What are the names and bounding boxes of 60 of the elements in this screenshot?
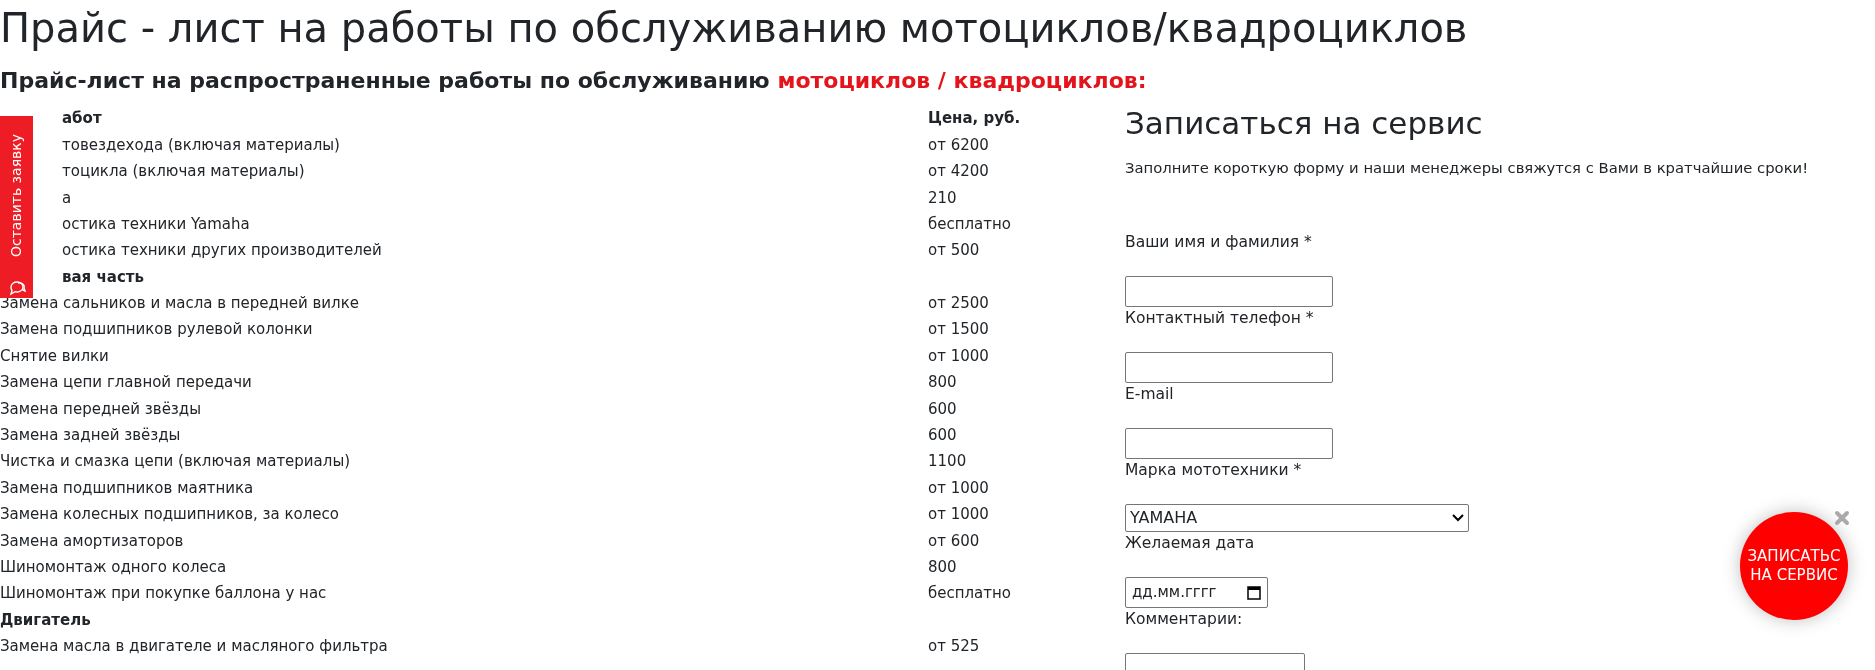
page-title: Прайс - лист на работы по обслуживанию мотоциклов/квадроциклов bbox=[0, 4, 1469, 52]
field-label: Марка мототехники * bbox=[1125, 459, 1302, 481]
field-label: Желаемая дата bbox=[1125, 532, 1255, 554]
service-price: 1100 bbox=[928, 452, 967, 471]
service-price: от 600 bbox=[928, 531, 980, 550]
input-field[interactable] bbox=[1125, 351, 1333, 383]
date-field[interactable]: дд.мм.гггг bbox=[1125, 576, 1268, 608]
service-price: 600 bbox=[928, 399, 957, 418]
service-price: 800 bbox=[928, 557, 957, 576]
field-label: Комментарии: bbox=[1125, 608, 1243, 630]
service-name: Замена колесных подшипников, за колесо bbox=[0, 505, 339, 524]
service-price: от 2500 bbox=[928, 294, 989, 313]
service-name: Замена амортизаторов bbox=[0, 531, 184, 550]
service-name: Замена масла в двигателе и масляного фильтра bbox=[0, 637, 388, 656]
service-price: от 1000 bbox=[928, 478, 989, 497]
column-header: абот bbox=[62, 109, 102, 128]
close-icon[interactable] bbox=[1834, 510, 1850, 526]
service-name: остика техники Yamaha bbox=[62, 214, 250, 233]
service-name: Замена цепи главной передачи bbox=[0, 373, 252, 392]
service-name: остика техники других производителей bbox=[62, 241, 382, 260]
service-name: а bbox=[62, 188, 72, 207]
service-price: от 1500 bbox=[928, 320, 989, 339]
calendar-icon bbox=[1247, 584, 1261, 600]
service-price: от 4200 bbox=[928, 162, 989, 181]
select-field[interactable]: YAMAHA bbox=[1125, 503, 1469, 532]
form-title: Записаться на сервис bbox=[1125, 105, 1484, 143]
service-name: Снятие вилки bbox=[0, 346, 109, 365]
section-heading: вая часть bbox=[62, 267, 144, 286]
chevron-down-icon bbox=[1452, 513, 1464, 522]
field-label: E-mail bbox=[1125, 383, 1174, 405]
service-name: Шиномонтаж одного колеса bbox=[0, 557, 227, 576]
service-name: Шиномонтаж при покупке баллона у нас bbox=[0, 584, 327, 603]
chat-icon bbox=[7, 278, 26, 296]
service-price: от 6200 bbox=[928, 135, 989, 154]
service-price: от 500 bbox=[928, 241, 980, 260]
service-name: тоцикла (включая материалы) bbox=[62, 162, 305, 181]
float-button[interactable]: ЗАПИСАТЬС НА СЕРВИС bbox=[1740, 512, 1848, 620]
service-price: 600 bbox=[928, 426, 957, 444]
field-label: Ваши имя и фамилия * bbox=[1125, 231, 1312, 253]
side-tab[interactable]: Оставить заявку bbox=[0, 116, 33, 298]
service-name: Замена подшипников маятника bbox=[0, 478, 254, 497]
form-intro: Заполните короткую форму и наши менеджеры свяжутся с Вами в кратчайшие сроки! bbox=[1125, 157, 1810, 178]
field-label: Контактный телефон * bbox=[1125, 307, 1314, 329]
service-price: от 525 bbox=[928, 637, 980, 656]
service-name: Замена подшипников рулевой колонки bbox=[0, 320, 313, 339]
input-field[interactable] bbox=[1125, 275, 1333, 307]
service-price: от 1000 bbox=[928, 505, 989, 524]
service-price: 800 bbox=[928, 373, 957, 392]
service-price: бесплатно bbox=[928, 214, 1012, 233]
service-name: Замена передней звёзды bbox=[0, 399, 202, 418]
service-price: 210 bbox=[928, 188, 957, 207]
service-name: Замена задней звёзды bbox=[0, 426, 181, 444]
input-field[interactable] bbox=[1125, 427, 1333, 459]
service-name: Чистка и смазка цепи (включая материалы) bbox=[0, 452, 351, 471]
service-name: товездехода (включая материалы) bbox=[62, 135, 340, 154]
subtitle: Прайс-лист на распространенные работы по обслуживанию мотоциклов / квадроциклов: bbox=[0, 68, 1148, 95]
service-price: от 1000 bbox=[928, 346, 989, 365]
service-price: бесплатно bbox=[928, 584, 1012, 603]
section-heading: Двигатель bbox=[0, 610, 91, 629]
column-header: Цена, руб. bbox=[928, 109, 1021, 128]
